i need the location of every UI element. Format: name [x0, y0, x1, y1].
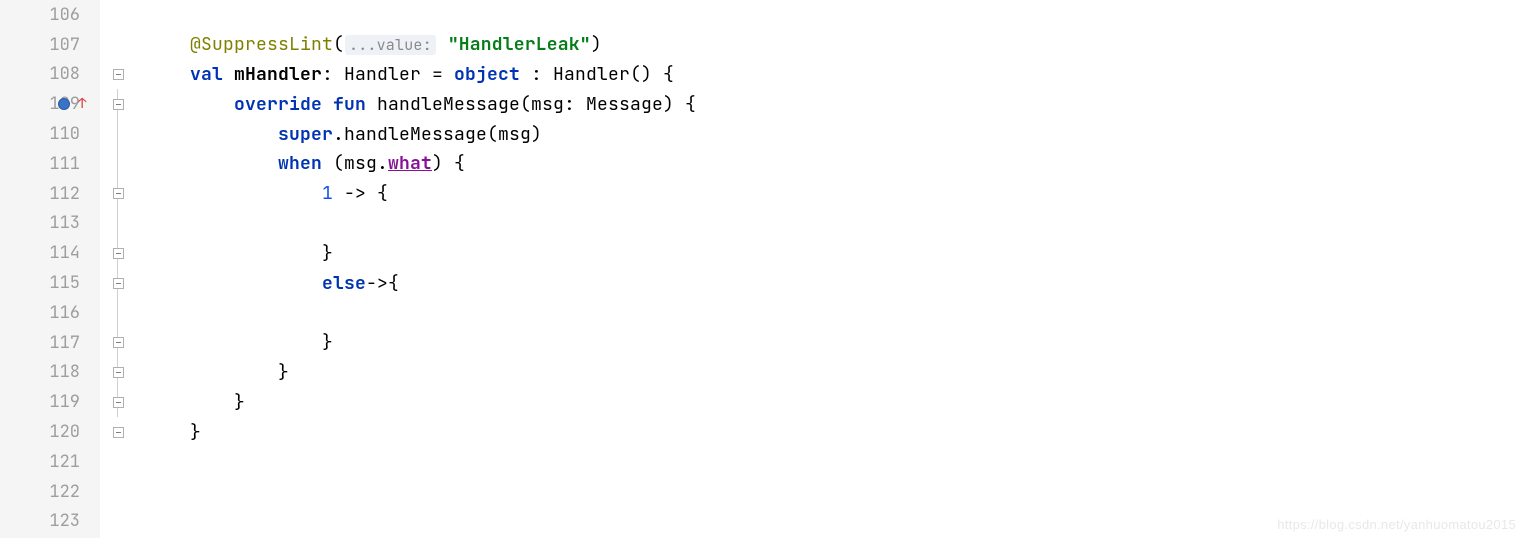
line-number: 115	[49, 272, 80, 294]
fold-toggle-icon[interactable]	[113, 427, 124, 438]
fold-toggle-icon[interactable]	[113, 248, 124, 259]
line-number: 114	[49, 242, 80, 264]
editor-code-area[interactable]: @SuppressLint(...value: "HandlerLeak") v…	[136, 0, 1526, 538]
code-line[interactable]: else->{	[146, 268, 1526, 298]
line-number: 108	[49, 63, 80, 85]
code-line[interactable]: }	[146, 358, 1526, 388]
fold-toggle-icon[interactable]	[113, 99, 124, 110]
keyword-val: val	[190, 63, 223, 86]
gutter-row: 115	[0, 268, 100, 298]
gutter-row: 110	[0, 119, 100, 149]
gutter-row: 113	[0, 209, 100, 239]
line-number: 116	[49, 302, 80, 324]
code-line[interactable]	[146, 0, 1526, 30]
keyword-when: when	[278, 152, 322, 175]
code-line[interactable]: val mHandler: Handler = object : Handler…	[146, 60, 1526, 90]
code-line[interactable]	[146, 477, 1526, 507]
gutter-row: 111	[0, 149, 100, 179]
fold-toggle-icon[interactable]	[113, 337, 124, 348]
keyword-super: super	[278, 123, 333, 146]
line-number: 111	[49, 153, 80, 175]
keyword-object: object	[454, 63, 520, 86]
gutter-row: 117	[0, 328, 100, 358]
gutter-row: 119	[0, 387, 100, 417]
annotation: @SuppressLint	[190, 33, 333, 56]
line-number: 118	[49, 361, 80, 383]
gutter-row: 121	[0, 447, 100, 477]
line-number: 122	[49, 481, 80, 503]
string-literal: "HandlerLeak"	[448, 33, 591, 56]
property-what: what	[388, 152, 432, 175]
fold-toggle-icon[interactable]	[113, 367, 124, 378]
gutter-row: 112	[0, 179, 100, 209]
gutter-row: 114	[0, 238, 100, 268]
fold-toggle-icon[interactable]	[113, 69, 124, 80]
code-line[interactable]: }	[146, 238, 1526, 268]
keyword-else: else	[322, 272, 366, 295]
code-line[interactable]: }	[146, 328, 1526, 358]
code-line[interactable]: @SuppressLint(...value: "HandlerLeak")	[146, 30, 1526, 60]
number-literal: 1	[322, 182, 333, 205]
code-line[interactable]	[146, 447, 1526, 477]
fold-gutter	[100, 0, 136, 538]
keyword-fun: fun	[333, 93, 366, 116]
gutter-row[interactable]: 109 ↑	[0, 89, 100, 119]
gutter-row: 107	[0, 30, 100, 60]
code-line[interactable]: override fun handleMessage(msg: Message)…	[146, 89, 1526, 119]
line-number: 121	[49, 451, 80, 473]
code-line[interactable]: 1 -> {	[146, 179, 1526, 209]
line-number: 117	[49, 332, 80, 354]
code-line[interactable]	[146, 298, 1526, 328]
code-line[interactable]: }	[146, 387, 1526, 417]
code-line[interactable]: when (msg.what) {	[146, 149, 1526, 179]
gutter-row: 120	[0, 417, 100, 447]
fold-toggle-icon[interactable]	[113, 278, 124, 289]
gutter-row: 122	[0, 477, 100, 507]
code-line[interactable]	[146, 209, 1526, 239]
gutter-row: 106	[0, 0, 100, 30]
keyword-override: override	[234, 93, 322, 116]
line-number-gutter: 106 107 108 109 ↑ 110 111 112 113 114 11…	[0, 0, 100, 538]
gutter-row: 116	[0, 298, 100, 328]
code-line[interactable]: }	[146, 417, 1526, 447]
watermark-text: https://blog.csdn.net/yanhuomatou2015	[1277, 517, 1516, 532]
line-number: 113	[49, 212, 80, 234]
line-number: 123	[49, 510, 80, 532]
line-number: 120	[49, 421, 80, 443]
fold-toggle-icon[interactable]	[113, 188, 124, 199]
line-number: 110	[49, 123, 80, 145]
gutter-row: 108	[0, 60, 100, 90]
line-number: 106	[49, 4, 80, 26]
line-number: 119	[49, 391, 80, 413]
fold-toggle-icon[interactable]	[113, 397, 124, 408]
line-number: 112	[49, 183, 80, 205]
arrow-up-icon[interactable]: ↑	[78, 95, 86, 113]
line-number: 107	[49, 34, 80, 56]
parameter-hint: ...value:	[345, 35, 436, 55]
gutter-row: 118	[0, 358, 100, 388]
code-line[interactable]: super.handleMessage(msg)	[146, 119, 1526, 149]
gutter-row: 123	[0, 507, 100, 537]
